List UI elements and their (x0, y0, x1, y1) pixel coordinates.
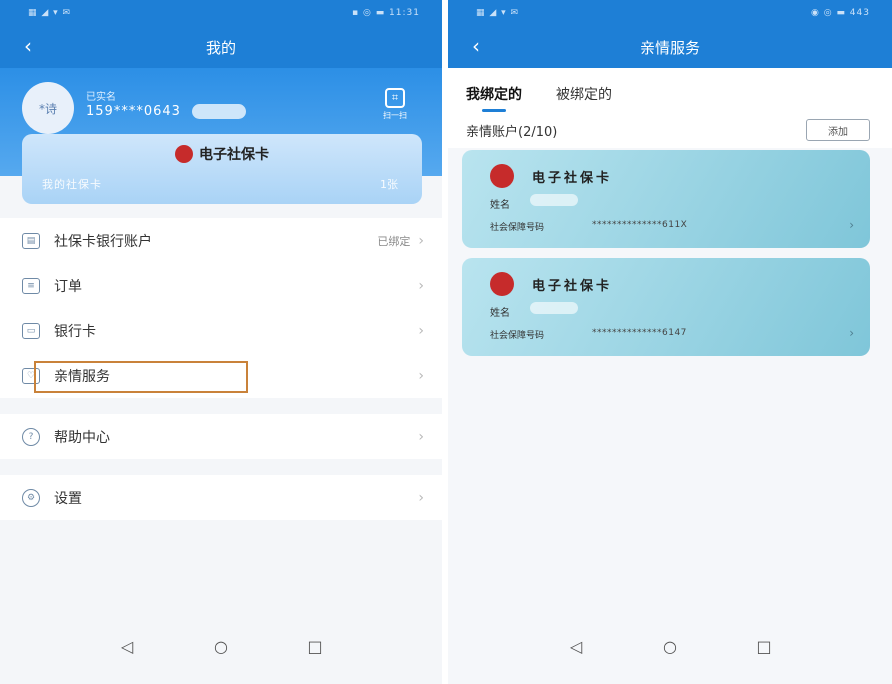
chevron-right-icon: › (418, 322, 424, 339)
status-icons-right: ◉ ◎ ▬ 443 (811, 8, 870, 18)
chevron-right-icon: › (418, 489, 424, 506)
banner-subtitle: 我的社保卡 (42, 178, 102, 191)
status-icons-right: ▪ ◎ ▬ 11:31 (352, 8, 420, 18)
status-icons-left: ▦ ◢ ▾ ✉ (28, 8, 72, 18)
chevron-right-icon: › (418, 367, 424, 384)
menu-item-orders[interactable]: ≡ 订单 › (0, 263, 442, 308)
social-security-card-banner[interactable]: 电子社保卡 我的社保卡 1张 (22, 134, 422, 204)
menu-item-bank-cards[interactable]: ▭ 银行卡 › (0, 308, 442, 353)
nav-bar: ‹ 我的 (0, 26, 442, 68)
card-icon: ▭ (22, 322, 40, 339)
menu-label: 银行卡 (54, 323, 96, 340)
system-home-icon[interactable]: ○ (660, 637, 680, 656)
menu-label: 帮助中心 (54, 429, 110, 446)
menu-status: 已绑定 (377, 234, 411, 248)
chevron-right-icon: › (418, 232, 424, 249)
back-arrow-icon[interactable]: ‹ (472, 34, 480, 58)
order-icon: ≡ (22, 277, 40, 294)
chevron-right-icon: › (418, 428, 424, 445)
banner-title-row: 电子社保卡 (22, 144, 422, 164)
settings-icon: ⚙ (22, 488, 40, 507)
divider (0, 459, 442, 475)
national-emblem-icon (490, 272, 514, 296)
national-emblem-icon (490, 164, 514, 188)
user-status-pill (192, 104, 246, 119)
card-ssn-label: 社会保障号码 (490, 331, 545, 341)
family-account-header: 亲情账户(2/10) 添加 (448, 112, 892, 148)
card-ssn-value: **************6147 (592, 328, 687, 338)
scan-label: 扫一扫 (383, 111, 407, 120)
menu-item-family-service[interactable]: ♡ 亲情服务 › (0, 353, 442, 398)
card-name-label: 姓名 (490, 308, 510, 319)
user-name: 已实名 (86, 92, 116, 103)
avatar[interactable]: *诗 (22, 82, 74, 134)
chevron-right-icon: › (418, 277, 424, 294)
menu-item-bank-account[interactable]: ▤ 社保卡银行账户 已绑定 › (0, 218, 442, 263)
system-recent-icon[interactable]: □ (305, 637, 325, 656)
system-nav-bar: ◁ ○ □ (0, 637, 442, 656)
add-button[interactable]: 添加 (806, 119, 870, 141)
menu-label: 设置 (54, 490, 82, 507)
menu-label: 亲情服务 (54, 368, 110, 385)
scan-icon: ⌗ (385, 88, 405, 108)
menu-list: ▤ 社保卡银行账户 已绑定 › ≡ 订单 › ▭ 银行卡 › ♡ 亲情服务 › … (0, 218, 442, 520)
help-icon: ? (22, 427, 40, 446)
divider (0, 398, 442, 414)
masked-name (530, 194, 578, 206)
system-back-icon[interactable]: ◁ (566, 637, 586, 656)
family-icon: ♡ (22, 367, 40, 384)
family-card-2[interactable]: 电子社保卡 姓名 社会保障号码 **************6147 › (462, 258, 870, 356)
national-emblem-icon (175, 145, 193, 163)
card-name-label: 姓名 (490, 200, 510, 211)
family-card-1[interactable]: 电子社保卡 姓名 社会保障号码 **************611X › (462, 150, 870, 248)
bank-card-icon: ▤ (22, 232, 40, 249)
nav-bar: ‹ 亲情服务 (448, 26, 892, 68)
status-bar: ▦ ◢ ▾ ✉ ◉ ◎ ▬ 443 (448, 0, 892, 26)
menu-label: 社保卡银行账户 (54, 233, 152, 250)
system-back-icon[interactable]: ◁ (117, 637, 137, 656)
menu-label: 订单 (54, 278, 82, 295)
tab-my-bindings[interactable]: 我绑定的 (466, 84, 522, 112)
system-recent-icon[interactable]: □ (754, 637, 774, 656)
user-phone: 159****0643 (86, 104, 181, 119)
card-title: 电子社保卡 (532, 279, 613, 294)
my-page-screen: ▦ ◢ ▾ ✉ ▪ ◎ ▬ 11:31 ‹ 我的 *诗 已实名 159****0… (0, 0, 442, 684)
system-nav-bar: ◁ ○ □ (448, 637, 892, 656)
status-icons-left: ▦ ◢ ▾ ✉ (476, 8, 520, 18)
card-ssn-label: 社会保障号码 (490, 223, 545, 233)
status-bar: ▦ ◢ ▾ ✉ ▪ ◎ ▬ 11:31 (0, 0, 442, 26)
tab-bar: 我绑定的 被绑定的 (448, 68, 892, 112)
masked-name (530, 302, 578, 314)
system-home-icon[interactable]: ○ (211, 637, 231, 656)
card-ssn-value: **************611X (592, 220, 688, 230)
menu-item-settings[interactable]: ⚙ 设置 › (0, 475, 442, 520)
banner-count: 1张 (380, 178, 398, 191)
tab-bound-by-others[interactable]: 被绑定的 (556, 84, 612, 112)
back-arrow-icon[interactable]: ‹ (24, 34, 32, 58)
scan-button[interactable]: ⌗ 扫一扫 (378, 88, 412, 121)
chevron-right-icon: › (849, 326, 854, 340)
family-service-screen: ▦ ◢ ▾ ✉ ◉ ◎ ▬ 443 ‹ 亲情服务 我绑定的 被绑定的 亲情账户(… (448, 0, 892, 684)
card-title: 电子社保卡 (532, 171, 613, 186)
menu-item-help-center[interactable]: ? 帮助中心 › (0, 414, 442, 459)
page-title: 亲情服务 (639, 38, 700, 57)
banner-title: 电子社保卡 (199, 147, 269, 163)
family-account-title: 亲情账户(2/10) (466, 124, 558, 140)
chevron-right-icon: › (849, 218, 854, 232)
page-title: 我的 (205, 38, 236, 57)
